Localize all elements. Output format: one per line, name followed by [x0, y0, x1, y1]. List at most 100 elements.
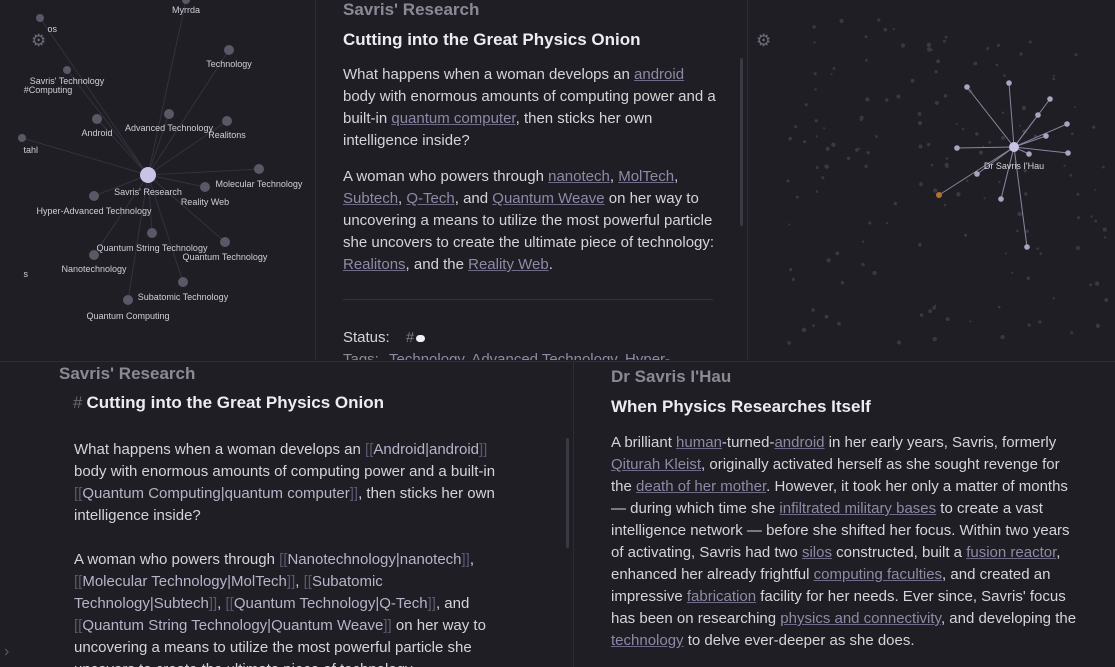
- graph-node[interactable]: [936, 59, 941, 64]
- graph-node[interactable]: [975, 132, 979, 136]
- graph-node[interactable]: [954, 145, 960, 151]
- graph-node[interactable]: [986, 47, 990, 50]
- graph-node[interactable]: [983, 197, 986, 200]
- graph-node[interactable]: [955, 122, 958, 125]
- graph-node[interactable]: [917, 121, 923, 126]
- wikilink-quantum-computing[interactable]: Quantum Computing|quantum computer: [82, 485, 349, 502]
- gear-icon[interactable]: ⚙: [31, 32, 46, 49]
- graph-node[interactable]: [839, 18, 844, 24]
- graph-node-partial-left[interactable]: [18, 134, 26, 142]
- editor-paragraph-1[interactable]: What happens when a woman develops an [[…: [74, 439, 514, 527]
- graph-node[interactable]: [892, 28, 895, 31]
- wikilink-molecular-technology[interactable]: Molecular Technology|MolTech: [82, 573, 287, 590]
- graph-node[interactable]: [934, 304, 937, 307]
- graph-node[interactable]: [919, 313, 924, 317]
- link-fusion-reactor[interactable]: fusion reactor: [966, 544, 1056, 561]
- graph-node[interactable]: [998, 196, 1004, 202]
- graph-node[interactable]: [861, 262, 864, 266]
- graph-node[interactable]: [919, 182, 923, 187]
- graph-node[interactable]: [966, 179, 969, 182]
- graph-node[interactable]: [945, 164, 949, 168]
- graph-node-advanced-tech[interactable]: [164, 109, 174, 119]
- graph-node[interactable]: [1028, 40, 1032, 44]
- graph-node[interactable]: [917, 111, 922, 116]
- editor-heading[interactable]: # Cutting into the Great Physics Onion: [73, 393, 384, 413]
- link-android[interactable]: android: [774, 434, 824, 451]
- graph-node[interactable]: [1089, 283, 1093, 287]
- graph-node-quantum-tech[interactable]: [220, 237, 230, 247]
- graph-node[interactable]: [996, 43, 1000, 47]
- wikilink-quantum-string-technology[interactable]: Quantum String Technology|Quantum Weave: [82, 617, 383, 634]
- link-subtech[interactable]: Subtech: [343, 190, 398, 207]
- graph-node-quantum-string[interactable]: [147, 228, 157, 238]
- graph-node[interactable]: [1003, 74, 1006, 77]
- editor-pane[interactable]: Savris' Research # Cutting into the Great…: [0, 361, 572, 667]
- graph-node[interactable]: [788, 223, 791, 226]
- editor-paragraph-2[interactable]: A woman who powers through [[Nanotechnol…: [74, 549, 514, 667]
- scrollbar[interactable]: [566, 438, 569, 548]
- graph-node[interactable]: [1094, 188, 1096, 191]
- graph-node[interactable]: [811, 308, 815, 312]
- graph-node[interactable]: [886, 222, 889, 225]
- graph-node-savris-research[interactable]: [140, 167, 156, 183]
- graph-node-myrrda[interactable]: [182, 0, 190, 4]
- graph-node[interactable]: [826, 258, 831, 263]
- graph-node[interactable]: [804, 103, 808, 107]
- graph-node[interactable]: [1039, 252, 1043, 256]
- graph-node[interactable]: [1090, 215, 1093, 218]
- graph-node[interactable]: [1024, 192, 1028, 196]
- graph-node[interactable]: [1103, 236, 1107, 239]
- graph-node-center[interactable]: [1009, 142, 1019, 152]
- graph-node[interactable]: [791, 277, 795, 281]
- graph-node[interactable]: [1063, 164, 1066, 167]
- graph-node[interactable]: [1047, 96, 1053, 102]
- graph-node[interactable]: [1043, 133, 1049, 139]
- graph-node[interactable]: [1092, 125, 1096, 129]
- graph-node[interactable]: [864, 164, 868, 168]
- graph-node[interactable]: [1038, 320, 1042, 324]
- graph-node[interactable]: [823, 127, 826, 130]
- scrollbar[interactable]: [740, 58, 743, 226]
- graph-node[interactable]: [788, 136, 792, 141]
- note-breadcrumb[interactable]: Savris' Research: [59, 364, 195, 384]
- graph-node-technology[interactable]: [224, 45, 234, 55]
- note-breadcrumb[interactable]: Dr Savris I'Hau: [611, 367, 731, 387]
- link-nanotech[interactable]: nanotech: [548, 168, 610, 185]
- graph-node[interactable]: [1076, 192, 1080, 196]
- graph-node[interactable]: [812, 25, 816, 29]
- graph-node[interactable]: [824, 164, 829, 169]
- graph-node[interactable]: [801, 327, 807, 333]
- graph-node-molecular-tech[interactable]: [254, 164, 264, 174]
- graph-node[interactable]: [1070, 331, 1074, 335]
- graph-node[interactable]: [1025, 229, 1029, 233]
- graph-node[interactable]: [1094, 281, 1100, 286]
- graph-node[interactable]: [1075, 245, 1080, 251]
- graph-node[interactable]: [813, 72, 817, 76]
- graph-node[interactable]: [1065, 150, 1071, 156]
- graph-node[interactable]: [998, 305, 1001, 309]
- graph-node[interactable]: [837, 321, 841, 326]
- graph-node[interactable]: [896, 340, 902, 345]
- local-graph-canvas[interactable]: osMyrrdaTechnologySavris' Technology#Com…: [0, 0, 314, 360]
- graph-node[interactable]: [943, 203, 947, 207]
- graph-node[interactable]: [832, 67, 836, 70]
- graph-node[interactable]: [1069, 174, 1073, 177]
- graph-node[interactable]: [1052, 77, 1056, 81]
- graph-node[interactable]: [956, 192, 961, 197]
- link-death-of-her-mother[interactable]: death of her mother: [636, 478, 766, 495]
- graph-node[interactable]: [1026, 151, 1032, 157]
- graph-node[interactable]: [945, 157, 949, 160]
- graph-node[interactable]: [978, 150, 983, 155]
- graph-node[interactable]: [918, 144, 923, 149]
- graph-node[interactable]: [934, 70, 938, 74]
- note-breadcrumb[interactable]: Savris' Research: [343, 0, 479, 20]
- graph-node[interactable]: [934, 100, 939, 105]
- graph-node[interactable]: [859, 118, 863, 121]
- graph-node[interactable]: [795, 195, 799, 199]
- graph-node[interactable]: [1095, 323, 1100, 328]
- graph-node[interactable]: [1036, 247, 1039, 250]
- wikilink-android[interactable]: Android|android: [373, 441, 479, 458]
- global-graph-canvas[interactable]: Dr Savris I'Hau: [748, 0, 1115, 360]
- link-android[interactable]: android: [634, 66, 684, 83]
- link-reality-web[interactable]: Reality Web: [468, 256, 549, 273]
